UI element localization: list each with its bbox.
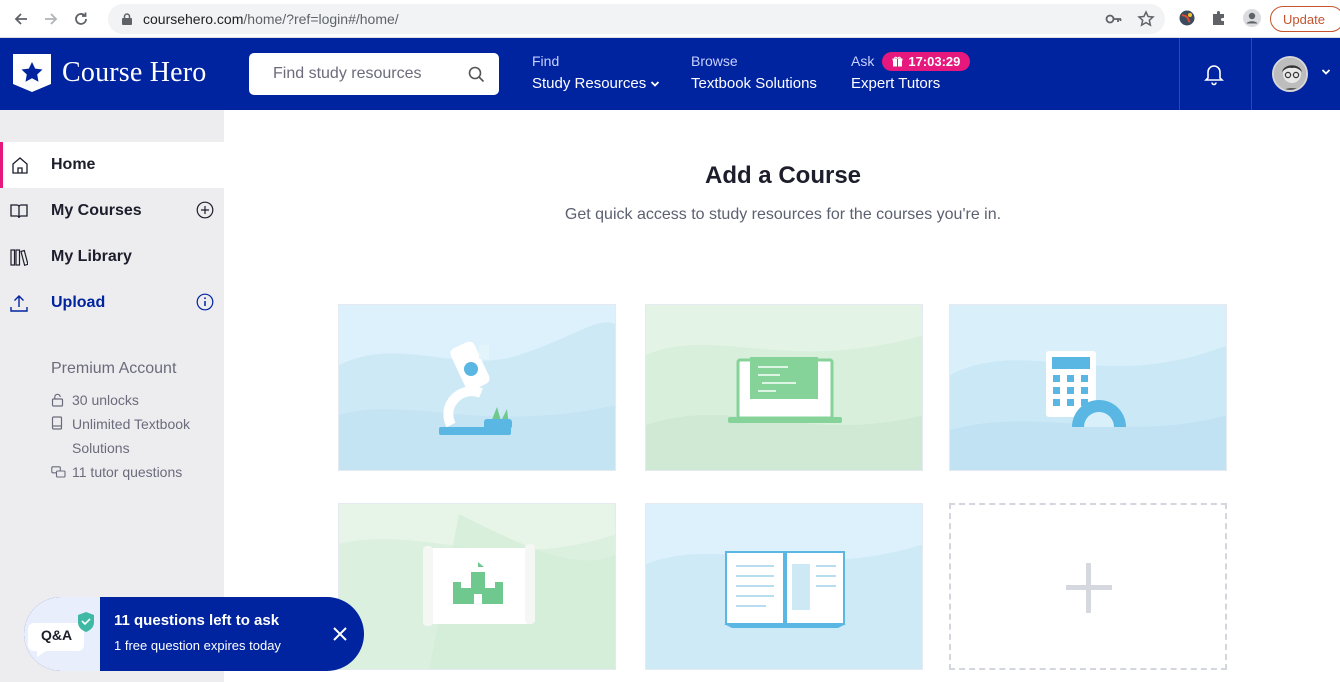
globe-extension-icon[interactable] xyxy=(1178,9,1196,27)
url-host: coursehero.com xyxy=(143,11,244,27)
lock-icon xyxy=(122,13,132,25)
course-card-math[interactable] xyxy=(949,304,1227,471)
site-header: Course Hero Find Study Resources Browse … xyxy=(0,38,1340,110)
search-input[interactable] xyxy=(273,53,473,95)
toast-title: 11 questions left to ask xyxy=(114,612,280,629)
nav-find[interactable]: Find Study Resources xyxy=(532,51,660,92)
profile-icon[interactable] xyxy=(1242,8,1262,28)
perk-textbook: Unlimited Textbook xyxy=(72,416,191,432)
puzzle-extension-icon[interactable] xyxy=(1210,9,1228,27)
info-icon[interactable] xyxy=(196,293,214,311)
search-icon[interactable] xyxy=(468,66,485,83)
add-course-card[interactable] xyxy=(949,503,1227,670)
close-icon[interactable] xyxy=(330,624,350,644)
microscope-illustration-icon xyxy=(339,305,615,470)
sidebar-item-label: Upload xyxy=(51,294,106,311)
upload-icon xyxy=(10,295,28,312)
reload-icon xyxy=(75,12,87,25)
qa-badge-text: Q&A xyxy=(41,627,73,643)
page-title: Add a Course xyxy=(704,162,862,189)
premium-account-title: Premium Account xyxy=(51,360,177,377)
chat-bubbles-icon xyxy=(51,466,66,478)
arrow-left-icon xyxy=(14,12,27,25)
offer-timer-text: 17:03:29 xyxy=(908,53,961,69)
laptop-illustration-icon xyxy=(646,305,922,470)
perk-unlocks: 30 unlocks xyxy=(72,392,139,408)
nav-study-resources-label: Study Resources xyxy=(532,75,647,92)
bell-icon[interactable] xyxy=(1203,62,1225,86)
library-icon xyxy=(10,249,28,267)
avatar[interactable] xyxy=(1272,56,1308,92)
nav-browse-label: Browse xyxy=(691,53,738,69)
map-castle-illustration-icon xyxy=(339,504,615,669)
shield-star-icon xyxy=(13,54,51,92)
search-box[interactable] xyxy=(249,53,499,95)
plus-icon xyxy=(1066,563,1112,613)
sidebar-item-label: My Library xyxy=(51,248,132,265)
offer-timer-badge[interactable]: 17:03:29 xyxy=(882,51,971,71)
course-card-science[interactable] xyxy=(338,304,616,471)
back-button[interactable] xyxy=(6,4,36,34)
nav-find-label: Find xyxy=(532,53,560,69)
perk-tutor-questions: 11 tutor questions xyxy=(72,464,183,480)
header-divider xyxy=(1179,38,1180,110)
toast-subtitle: 1 free question expires today xyxy=(114,638,281,653)
logo-text: Course Hero xyxy=(62,57,207,88)
browser-toolbar: coursehero.com/home/?ref=login#/home/ Up… xyxy=(0,0,1340,38)
sidebar-item-my-library[interactable]: My Library xyxy=(0,234,224,280)
nav-ask-label: Ask xyxy=(851,53,875,69)
textbook-icon xyxy=(51,416,63,430)
nav-textbook-solutions[interactable]: Textbook Solutions xyxy=(691,75,817,92)
chevron-down-icon xyxy=(651,80,660,87)
nav-ask[interactable]: Ask 17:03:29 Expert Tutors xyxy=(851,51,971,92)
qa-notification-toast[interactable]: Q&A 11 questions left to ask 1 free ques… xyxy=(24,597,364,671)
gift-icon xyxy=(892,56,903,66)
course-card-history[interactable] xyxy=(338,503,616,670)
account-menu-chevron-icon[interactable] xyxy=(1321,68,1331,76)
url-text: coursehero.com/home/?ref=login#/home/ xyxy=(143,11,399,27)
key-icon[interactable] xyxy=(1105,10,1123,28)
star-icon[interactable] xyxy=(1137,10,1155,28)
calculator-illustration-icon xyxy=(950,305,1226,470)
header-divider xyxy=(1251,38,1252,110)
page-subtitle: Get quick access to study resources for … xyxy=(564,206,1002,223)
course-card-literature[interactable] xyxy=(645,503,923,670)
perk-textbook-line2: Solutions xyxy=(72,440,130,456)
nav-expert-tutors[interactable]: Expert Tutors xyxy=(851,75,970,92)
sidebar-item-upload[interactable]: Upload xyxy=(0,280,224,326)
nav-browse[interactable]: Browse Textbook Solutions xyxy=(691,51,817,92)
open-book-illustration-icon xyxy=(646,504,922,669)
update-button[interactable]: Update xyxy=(1270,6,1340,32)
forward-button[interactable] xyxy=(36,4,66,34)
unlock-icon xyxy=(51,393,64,407)
reload-button[interactable] xyxy=(66,4,96,34)
arrow-right-icon xyxy=(45,12,58,25)
course-card-computer[interactable] xyxy=(645,304,923,471)
course-hero-logo[interactable]: Course Hero xyxy=(12,53,207,93)
address-bar[interactable]: coursehero.com/home/?ref=login#/home/ xyxy=(108,4,1165,34)
avatar-image-icon xyxy=(1274,58,1306,90)
url-path: /home/?ref=login#/home/ xyxy=(243,11,399,27)
nav-study-resources[interactable]: Study Resources xyxy=(532,75,660,92)
